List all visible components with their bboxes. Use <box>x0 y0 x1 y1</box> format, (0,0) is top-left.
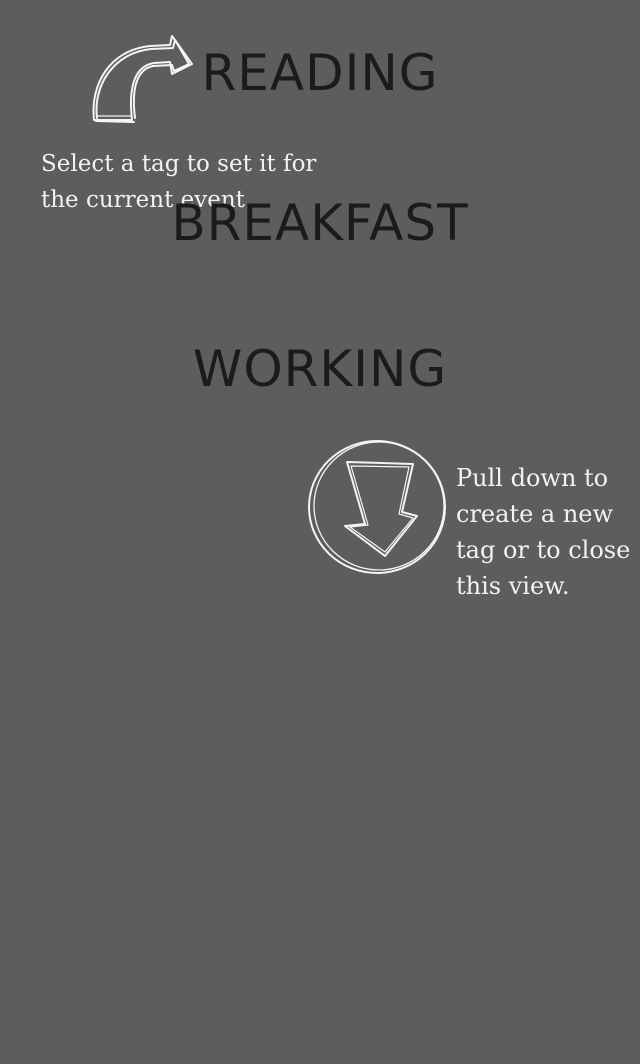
tag-working[interactable]: WORKING <box>0 340 640 398</box>
tag-breakfast[interactable]: BREAKFAST <box>0 194 640 252</box>
tag-reading[interactable]: READING <box>0 44 640 102</box>
tag-label: READING <box>201 44 439 102</box>
tag-label: BREAKFAST <box>171 194 469 252</box>
tag-picker-screen[interactable]: READING Select a tag to set it for the c… <box>0 0 640 1064</box>
tag-label: WORKING <box>192 340 448 398</box>
pull-down-hint: Pull down to create a new tag or to clos… <box>456 464 631 600</box>
circled-down-arrow-icon <box>308 440 446 574</box>
